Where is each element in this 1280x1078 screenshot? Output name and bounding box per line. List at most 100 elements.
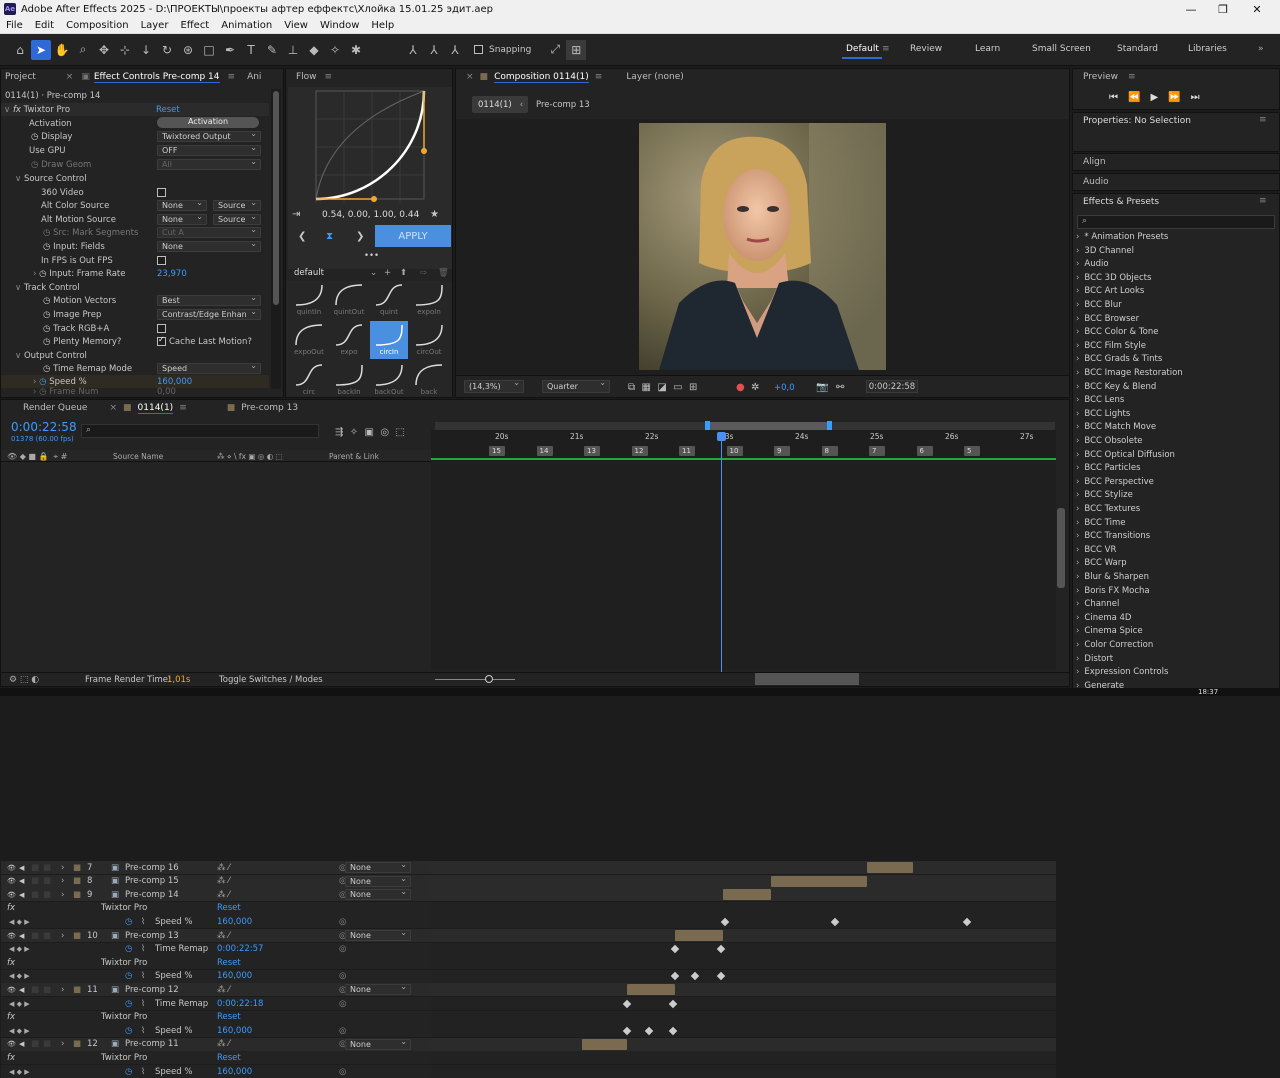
draw-geom-dropdown[interactable]: All — [157, 157, 261, 170]
flow-preset[interactable]: quintIn — [290, 281, 328, 319]
flow-preset[interactable]: backOut — [370, 361, 408, 399]
dolly-tool-icon[interactable]: ↓ — [136, 40, 156, 60]
orbit-tool-icon[interactable]: ✥ — [94, 40, 114, 60]
layer-name[interactable]: Pre-comp 14 — [125, 890, 179, 900]
timeline-track-area[interactable] — [431, 460, 1056, 670]
alt-motion-source-mode-dropdown[interactable]: Source — [213, 212, 261, 225]
layer-switches[interactable]: ⁂ ⁄ — [217, 890, 230, 900]
frame-num-value[interactable]: 0,00 — [157, 387, 176, 396]
property-value[interactable]: 0:00:22:57 — [217, 944, 263, 954]
comp-marker[interactable]: 12 — [631, 446, 648, 456]
stopwatch-icon[interactable]: ◷ — [39, 269, 46, 279]
effect-category[interactable]: BCC Particles — [1076, 463, 1140, 476]
property-value[interactable]: 0:00:22:18 — [217, 999, 263, 1009]
expression-pickwhip-icon[interactable]: ◎ — [339, 999, 346, 1009]
timeline-track[interactable] — [431, 861, 1056, 874]
type-tool-icon[interactable]: T — [241, 40, 261, 60]
layer-name[interactable]: Pre-comp 11 — [125, 1039, 179, 1049]
brush-tool-icon[interactable]: ✎ — [262, 40, 282, 60]
chevron-down-icon[interactable]: ⌄ — [370, 266, 377, 279]
timeline-track[interactable] — [431, 969, 1056, 983]
effect-category[interactable]: BCC Color & Tone — [1076, 327, 1158, 340]
timeline-scrollbar[interactable] — [1057, 508, 1065, 588]
playhead-handle[interactable] — [717, 432, 726, 441]
effect-category[interactable]: BCC Film Style — [1076, 341, 1146, 354]
mark-segments-dropdown[interactable]: Cut A — [157, 225, 261, 238]
effect-category[interactable]: BCC Blur — [1076, 300, 1121, 313]
menu-icon[interactable]: ≡ — [1259, 196, 1267, 206]
timeline-property-row[interactable]: ◀ ◆ ▶ ◷ ⌇ Time Remap 0:00:22:57 ◎ — [1, 942, 431, 956]
audio-icon[interactable]: ◀ — [19, 864, 24, 872]
layer-switches[interactable]: ⁂ ⁄ — [217, 1039, 230, 1049]
timeline-property-row[interactable]: ◀ ◆ ▶ ◷ ⌇ Speed % 160,000 ◎ — [1, 1065, 431, 1078]
effect-category[interactable]: BCC Match Move — [1076, 422, 1156, 435]
flow-preset[interactable]: quintOut — [330, 281, 368, 319]
comp-marker[interactable]: 8 — [821, 446, 838, 456]
audio-icon[interactable]: ◀ — [19, 877, 24, 885]
output-control-group[interactable]: Output Control — [24, 351, 87, 361]
comp-marker[interactable]: 10 — [726, 446, 743, 456]
lock-switch[interactable]: ■ — [43, 985, 51, 995]
effect-category[interactable]: BCC Grads & Tints — [1076, 354, 1162, 367]
snap-grid-icon[interactable]: ⊞ — [566, 39, 587, 60]
timeline-track[interactable] — [431, 1010, 1056, 1024]
eraser-tool-icon[interactable]: ◆ — [304, 40, 324, 60]
effect-category[interactable]: Audio — [1076, 259, 1108, 272]
lock-switch[interactable]: ■ — [43, 876, 51, 886]
expression-pickwhip-icon[interactable]: ◎ — [339, 1067, 346, 1077]
timeline-track[interactable] — [431, 997, 1056, 1010]
graph-icon[interactable]: ⌇ — [141, 1067, 145, 1077]
axis-world-icon[interactable]: ⅄ — [424, 40, 444, 60]
motion-blur-icon[interactable]: ◎ — [380, 427, 389, 438]
selection-tool-icon[interactable]: ➤ — [31, 39, 51, 60]
keyframe-nav[interactable]: ◀ ◆ ▶ — [9, 1027, 30, 1035]
comp-marker[interactable]: 9 — [774, 446, 790, 456]
stopwatch-icon[interactable]: ◷ — [43, 337, 50, 347]
menu-composition[interactable]: Composition — [60, 20, 134, 31]
graph-icon[interactable]: ⌇ — [141, 999, 145, 1009]
effect-category[interactable]: BCC 3D Objects — [1076, 273, 1151, 286]
rect-tool-icon[interactable]: □ — [199, 40, 219, 60]
timeline-property-row[interactable]: ◀ ◆ ▶ ◷ ⌇ Speed % 160,000 ◎ — [1, 1024, 431, 1038]
menu-icon[interactable]: ≡ — [595, 72, 603, 82]
workspace-standard[interactable]: Standard — [1117, 44, 1158, 54]
stopwatch-icon[interactable]: ◷ — [31, 132, 38, 142]
align-panel[interactable]: Align — [1072, 153, 1280, 171]
flow-next-icon[interactable]: ❯ — [356, 230, 364, 243]
comp-marker[interactable]: 5 — [964, 446, 980, 456]
effect-category[interactable]: Channel — [1076, 599, 1119, 612]
menu-icon[interactable]: ≡ — [179, 403, 187, 413]
color-channels-icon[interactable]: ● — [736, 382, 745, 393]
pen-tool-icon[interactable]: ✒ — [220, 40, 240, 60]
play-icon[interactable]: ▶ — [1150, 92, 1168, 103]
timeline-track[interactable] — [431, 929, 1056, 942]
menu-edit[interactable]: Edit — [29, 20, 60, 31]
solo-switch[interactable]: ■ — [31, 890, 39, 900]
effect-category[interactable]: Cinema Spice — [1076, 626, 1142, 639]
menu-animation[interactable]: Animation — [215, 20, 278, 31]
region-of-interest-icon[interactable]: ▭ — [673, 382, 682, 393]
last-frame-icon[interactable]: ⏭ — [1191, 92, 1210, 103]
graph-icon[interactable]: ⌇ — [141, 917, 145, 927]
keyframe-nav[interactable]: ◀ ◆ ▶ — [9, 918, 30, 926]
timeline-hscroll[interactable] — [755, 673, 859, 685]
property-value[interactable]: 160,000 — [217, 917, 252, 927]
layer-switches[interactable]: ⁂ ⁄ — [217, 863, 230, 873]
timeline-layer-row[interactable]: 👁 ◀ ■ ■ › ■ 8 ▣ Pre-comp 15 ⁂ ⁄ ◎ None — [1, 874, 431, 888]
transparency-grid-icon[interactable]: ▦ — [642, 382, 651, 393]
effect-reset-link[interactable]: Reset — [217, 903, 241, 913]
flow-preset[interactable]: backIn — [330, 361, 368, 399]
keyframe-nav[interactable]: ◀ ◆ ▶ — [9, 1068, 30, 1076]
stopwatch-icon[interactable]: ◷ — [125, 1067, 132, 1077]
effect-controls-scrollbar[interactable] — [271, 89, 281, 389]
add-icon[interactable]: + — [384, 266, 391, 279]
menu-icon[interactable]: ≡ — [1259, 115, 1267, 125]
shy-icon[interactable]: ✧ — [350, 427, 358, 438]
lock-switch[interactable]: ■ — [43, 931, 51, 941]
flow-preset-set[interactable]: default — [294, 266, 324, 279]
layer-duration-bar[interactable] — [627, 984, 675, 996]
tab-render-queue[interactable]: Render Queue — [23, 403, 87, 413]
exposure-value[interactable]: +0,0 — [774, 381, 795, 394]
effect-category[interactable]: BCC Transitions — [1076, 531, 1150, 544]
snapping-checkbox[interactable] — [474, 45, 483, 54]
